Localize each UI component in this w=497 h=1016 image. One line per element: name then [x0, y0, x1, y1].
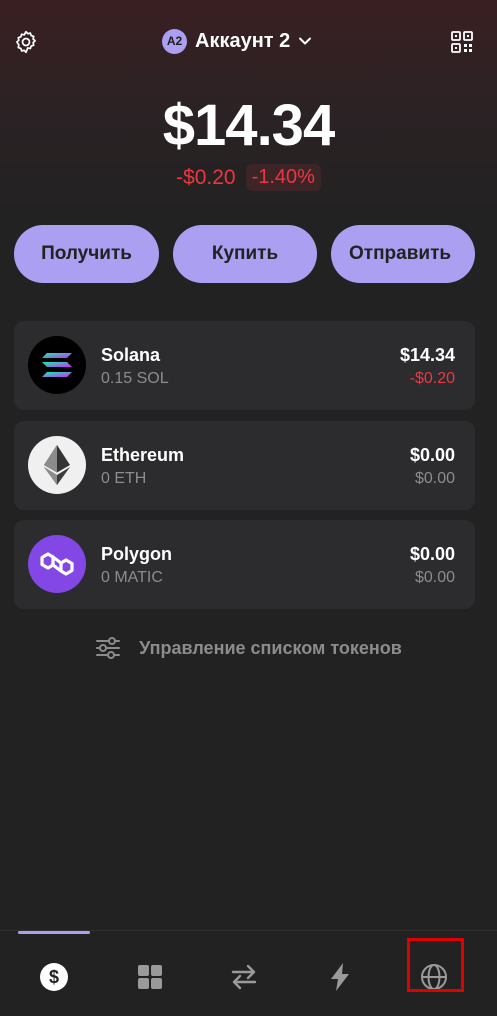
- token-amount: 0 ETH: [101, 470, 147, 487]
- swap-arrows-icon: [231, 964, 257, 990]
- receive-button[interactable]: Получить: [14, 225, 159, 283]
- header: A2 Аккаунт 2: [0, 18, 497, 64]
- lightning-icon: [331, 963, 349, 991]
- avatar: A2: [162, 28, 187, 54]
- polygon-logo-icon: [28, 535, 86, 593]
- token-value: $0.00: [409, 544, 455, 564]
- solana-logo-icon: [28, 336, 86, 394]
- svg-text:$: $: [49, 967, 59, 987]
- dollar-circle-icon: $: [40, 963, 68, 991]
- qr-code-icon: [451, 31, 473, 53]
- manage-tokens-label: Управление списком токенов: [139, 637, 402, 658]
- token-change: $0.00: [414, 470, 455, 487]
- buy-button[interactable]: Купить: [173, 225, 317, 283]
- tab-wallet[interactable]: $: [26, 949, 82, 1005]
- settings-button[interactable]: [12, 28, 40, 56]
- token-row-polygon[interactable]: Polygon 0 MATIC $0.00 $0.00: [14, 520, 475, 609]
- token-name: Polygon: [101, 544, 172, 564]
- token-name: Ethereum: [101, 445, 185, 465]
- token-amount: 0 MATIC: [101, 569, 163, 586]
- globe-icon: [421, 964, 447, 990]
- tab-collectibles[interactable]: [122, 949, 178, 1005]
- send-button[interactable]: Отправить: [331, 225, 475, 283]
- token-row-ethereum[interactable]: Ethereum 0 ETH $0.00 $0.00: [14, 421, 475, 510]
- tab-activity[interactable]: [312, 949, 368, 1005]
- account-selector[interactable]: A2 Аккаунт 2: [162, 26, 312, 56]
- token-change: -$0.20: [409, 370, 455, 387]
- token-amount: 0.15 SOL: [101, 370, 169, 387]
- grid-icon: [138, 965, 162, 989]
- balance-change: -$0.20 -1.40%: [0, 164, 497, 191]
- tab-swap[interactable]: [216, 949, 272, 1005]
- change-percent-badge: -1.40%: [245, 164, 321, 191]
- chevron-down-icon: [298, 34, 312, 48]
- token-change: $0.00: [414, 569, 455, 586]
- active-tab-indicator: [18, 931, 90, 934]
- bottom-nav: $: [0, 930, 497, 1016]
- sliders-icon: [96, 637, 121, 659]
- tab-browser[interactable]: [406, 949, 462, 1005]
- ethereum-logo-icon: [28, 436, 86, 494]
- account-name: Аккаунт 2: [195, 29, 291, 52]
- gear-icon: [16, 30, 36, 54]
- token-row-solana[interactable]: Solana 0.15 SOL $14.34 -$0.20: [14, 321, 475, 410]
- manage-tokens-button[interactable]: Управление списком токенов: [0, 634, 497, 662]
- token-name: Solana: [101, 345, 161, 365]
- total-balance: $14.34: [162, 93, 335, 158]
- action-buttons: Получить Купить Отправить: [14, 225, 475, 283]
- token-value: $0.00: [409, 445, 455, 465]
- qr-code-button[interactable]: [448, 28, 476, 56]
- token-value: $14.34: [399, 345, 455, 365]
- change-amount: -$0.20: [176, 165, 236, 189]
